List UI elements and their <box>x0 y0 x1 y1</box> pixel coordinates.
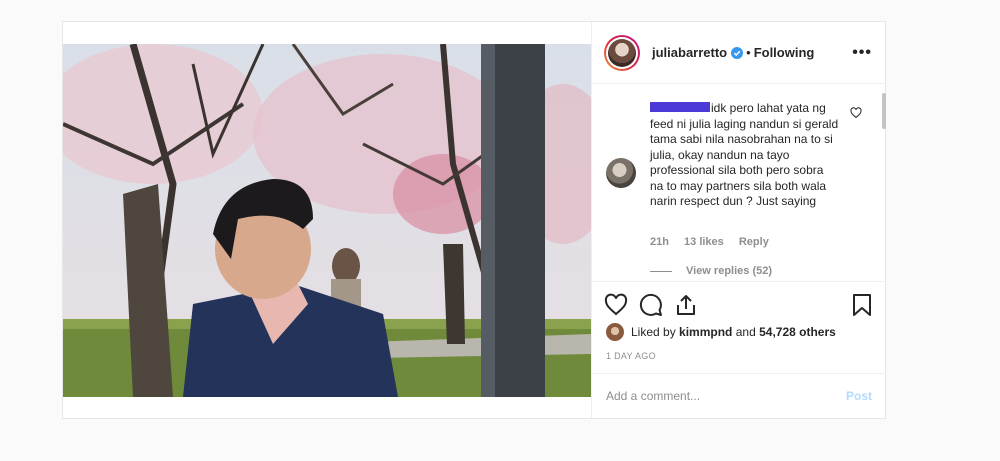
post-comment-button[interactable]: Post <box>846 389 872 403</box>
comment-meta: 21h 13 likes Reply <box>650 236 781 248</box>
comment-reply-button[interactable]: Reply <box>739 236 769 248</box>
author-avatar[interactable] <box>604 34 640 71</box>
redacted-username <box>650 102 710 112</box>
author-username[interactable]: juliabarretto <box>652 45 727 60</box>
likes-summary: Liked by kimmpnd and 54,728 others <box>606 323 836 341</box>
comment-icon[interactable] <box>639 293 663 317</box>
bookmark-icon[interactable] <box>850 293 874 317</box>
post-card: juliabarretto • Following ••• idk pero l… <box>62 21 886 419</box>
separator-dot: • <box>746 45 751 60</box>
post-side-panel: juliabarretto • Following ••• idk pero l… <box>591 22 886 418</box>
likes-count[interactable]: 54,728 others <box>759 325 836 339</box>
likes-middle: and <box>735 325 756 339</box>
likes-prefix: Liked by <box>631 325 676 339</box>
share-icon[interactable] <box>674 293 698 317</box>
view-replies-label[interactable]: View replies (52) <box>686 265 772 277</box>
comment-likes[interactable]: 13 likes <box>684 236 724 248</box>
comments-list[interactable]: idk pero lahat yata ng feed ni julia lag… <box>592 85 886 281</box>
add-comment-bar: Post <box>592 373 886 418</box>
replies-line <box>650 270 672 272</box>
commenter-avatar[interactable] <box>606 158 636 188</box>
view-replies-button[interactable]: View replies (52) <box>650 265 772 277</box>
comment-text: idk pero lahat yata ng feed ni julia lag… <box>650 101 839 208</box>
verified-badge-icon <box>731 46 744 59</box>
heart-icon[interactable] <box>604 293 628 317</box>
following-button[interactable]: Following <box>754 45 815 60</box>
comment-body: idk pero lahat yata ng feed ni julia lag… <box>650 101 840 210</box>
comment-like-heart-icon[interactable] <box>850 107 862 119</box>
comments-scrollbar[interactable] <box>882 93 886 129</box>
post-header: juliabarretto • Following ••• <box>592 22 886 84</box>
liker-username[interactable]: kimmpnd <box>679 325 732 339</box>
post-timestamp[interactable]: 1 DAY AGO <box>606 351 656 361</box>
comment-time[interactable]: 21h <box>650 236 669 248</box>
liker-avatar[interactable] <box>606 323 624 341</box>
post-photo[interactable] <box>63 44 591 397</box>
more-options-icon[interactable]: ••• <box>852 44 872 62</box>
add-comment-input[interactable] <box>606 389 846 403</box>
post-actions <box>592 281 886 325</box>
